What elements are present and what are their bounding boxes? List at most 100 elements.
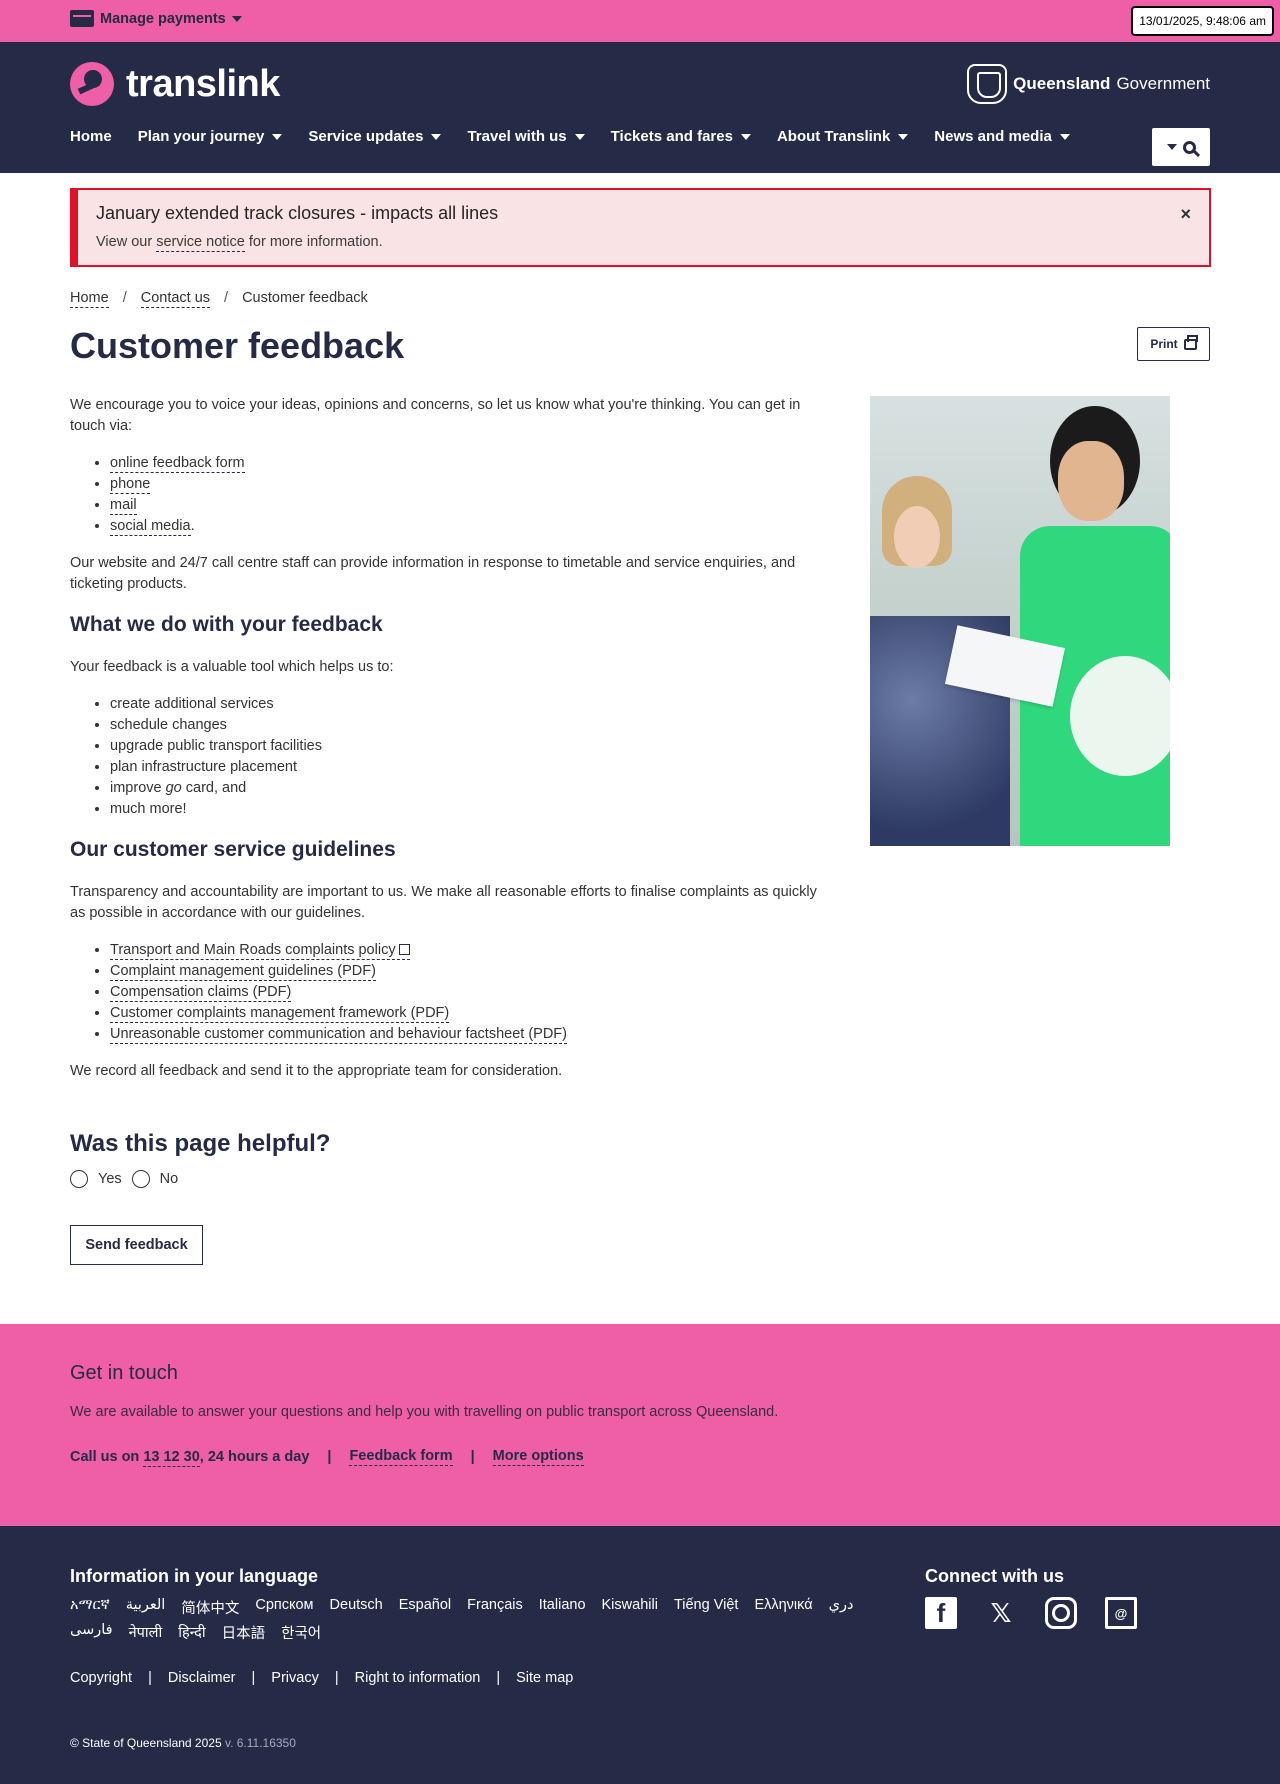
more-options-link[interactable]: More options [492, 1448, 584, 1466]
nav-label: Travel with us [467, 128, 567, 145]
privacy-link[interactable]: Privacy [271, 1670, 319, 1686]
email-icon[interactable]: @ [1105, 1597, 1137, 1629]
complaints-policy-link[interactable]: Transport and Main Roads complaints poli… [110, 942, 410, 960]
connect-section: Connect with us f 𝕏 @ [925, 1566, 1137, 1629]
language-link[interactable]: हिन्दी [178, 1622, 205, 1643]
language-list: አማርኛ العربية 简体中文 Српском Deutsch Españo… [70, 1597, 900, 1643]
queensland-government-logo[interactable]: Queensland Government [967, 64, 1210, 104]
search-icon [1182, 140, 1196, 154]
send-feedback-button[interactable]: Send feedback [70, 1225, 203, 1265]
improve-after: card, and [181, 780, 247, 796]
language-link[interactable]: Français [467, 1597, 523, 1618]
yes-radio[interactable] [70, 1170, 88, 1188]
right-to-information-link[interactable]: Right to information [355, 1670, 481, 1686]
disclaimer-link[interactable]: Disclaimer [168, 1670, 236, 1686]
printer-icon [1183, 334, 1198, 350]
nav-item-service-updates[interactable]: Service updates [308, 128, 442, 145]
language-link[interactable]: Deutsch [330, 1597, 383, 1618]
site-map-link[interactable]: Site map [516, 1670, 573, 1686]
nav-item-home[interactable]: Home [70, 128, 112, 145]
language-link[interactable]: دري [829, 1597, 854, 1618]
translink-logo-icon [70, 62, 114, 106]
x-icon[interactable]: 𝕏 [985, 1597, 1017, 1629]
separator: | [148, 1670, 152, 1686]
manage-payments-menu[interactable]: Manage payments [70, 10, 242, 27]
language-link[interactable]: Српском [255, 1597, 313, 1618]
list-item: online feedback form [110, 453, 820, 474]
facebook-icon[interactable]: f [925, 1597, 957, 1629]
nav-item-news-and-media[interactable]: News and media [934, 128, 1070, 145]
copyright-link[interactable]: Copyright [70, 1670, 132, 1686]
language-link[interactable]: Tiếng Việt [674, 1597, 739, 1618]
print-button[interactable]: Print [1137, 327, 1210, 361]
language-link[interactable]: Español [399, 1597, 451, 1618]
copyright-text: © State of Queensland 2025 v. 6.11.16350 [70, 1736, 296, 1750]
service-notice-link[interactable]: service notice [156, 234, 245, 252]
language-link[interactable]: فارسی [70, 1622, 113, 1643]
breadcrumb-contact-us[interactable]: Contact us [140, 290, 211, 308]
nav-item-travel-with-us[interactable]: Travel with us [467, 128, 585, 145]
call-after: , 24 hours a day [199, 1449, 310, 1465]
main-nav: Home Plan your journey Service updates T… [70, 128, 1096, 145]
main-content: We encourage you to voice your ideas, op… [70, 395, 820, 1098]
nav-label: About Translink [776, 128, 891, 145]
language-link[interactable]: አማርኛ [70, 1597, 110, 1618]
improve-before: improve [110, 780, 166, 796]
language-link[interactable]: العربية [126, 1597, 166, 1618]
link-label: Transport and Main Roads complaints poli… [110, 942, 396, 958]
language-link[interactable]: Italiano [539, 1597, 586, 1618]
feedback-form-link[interactable]: Feedback form [349, 1448, 453, 1466]
list-item: social media. [110, 516, 820, 537]
complaint-guidelines-link[interactable]: Complaint management guidelines (PDF) [110, 963, 376, 981]
feedback-uses-list: create additional services schedule chan… [110, 694, 820, 820]
social-media-link[interactable]: social media [110, 518, 191, 536]
breadcrumb: Home / Contact us / Customer feedback [70, 290, 368, 308]
no-radio[interactable] [131, 1170, 150, 1188]
nav-label: Plan your journey [137, 128, 265, 145]
language-link[interactable]: 日本語 [222, 1622, 266, 1643]
online-feedback-form-link[interactable]: online feedback form [110, 455, 245, 473]
photo-staff-member [1020, 396, 1170, 846]
list-item: Compensation claims (PDF) [110, 982, 820, 1003]
nav-item-plan-your-journey[interactable]: Plan your journey [138, 128, 283, 145]
list-item: Customer complaints management framework… [110, 1003, 820, 1024]
alert-text-before: View our [96, 234, 157, 250]
compensation-claims-link[interactable]: Compensation claims (PDF) [110, 984, 292, 1002]
mail-link[interactable]: mail [110, 497, 137, 515]
language-link[interactable]: 한국어 [281, 1622, 321, 1643]
list-item: Unreasonable customer communication and … [110, 1024, 820, 1045]
qgov-bold: Queensland [1013, 74, 1111, 93]
timestamp-badge: 13/01/2025, 9:48:06 am [1131, 6, 1274, 36]
breadcrumb-current: Customer feedback [242, 290, 368, 306]
unreasonable-behaviour-link[interactable]: Unreasonable customer communication and … [110, 1026, 567, 1044]
footer-links: Copyright | Disclaimer | Privacy | Right… [70, 1670, 573, 1686]
search-button[interactable] [1152, 128, 1210, 166]
print-label: Print [1150, 337, 1178, 351]
language-title: Information in your language [70, 1566, 319, 1586]
language-link[interactable]: Kiswahili [602, 1597, 658, 1618]
instagram-icon[interactable] [1045, 1597, 1077, 1629]
separator: | [334, 1670, 339, 1686]
complaints-framework-link[interactable]: Customer complaints management framework… [110, 1005, 450, 1023]
list-item: schedule changes [110, 715, 820, 736]
nav-item-about-translink[interactable]: About Translink [776, 128, 909, 145]
phone-number-link[interactable]: 13 12 30 [143, 1449, 200, 1467]
separator: | [327, 1449, 332, 1465]
close-icon[interactable]: × [1180, 204, 1191, 225]
language-link[interactable]: नेपाली [129, 1622, 163, 1643]
get-in-touch-title: Get in touch [70, 1362, 178, 1384]
translink-logo[interactable]: translink [70, 62, 280, 106]
chevron-down-icon [898, 133, 909, 140]
social-links: f 𝕏 @ [925, 1597, 1137, 1629]
phone-link[interactable]: phone [110, 476, 151, 494]
separator: | [496, 1670, 501, 1686]
heading-guidelines: Our customer service guidelines [70, 838, 396, 861]
separator: | [470, 1449, 475, 1465]
list-item: much more! [110, 799, 820, 820]
breadcrumb-home[interactable]: Home [70, 290, 109, 308]
nav-item-tickets-and-fares[interactable]: Tickets and fares [611, 128, 751, 145]
language-link[interactable]: Ελληνικά [754, 1597, 812, 1618]
list-item: Complaint management guidelines (PDF) [110, 961, 820, 982]
language-link[interactable]: 简体中文 [181, 1597, 239, 1618]
record-text: We record all feedback and send it to th… [70, 1063, 563, 1079]
